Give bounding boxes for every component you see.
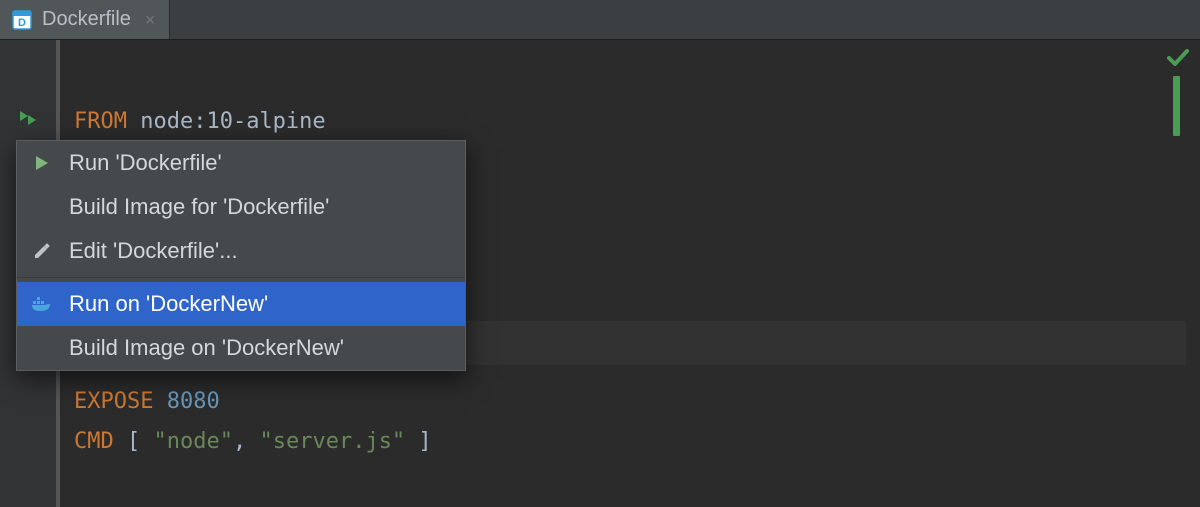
menu-item-build-image[interactable]: Build Image for 'Dockerfile'	[17, 185, 465, 229]
menu-separator	[17, 277, 465, 278]
menu-item-label: Build Image on 'DockerNew'	[69, 335, 344, 361]
run-icon	[29, 155, 55, 171]
keyword-cmd: CMD	[74, 429, 114, 454]
expose-port: 8080	[167, 389, 220, 414]
menu-item-label: Run 'Dockerfile'	[69, 150, 222, 176]
cmd-arg2: "server.js"	[259, 429, 405, 454]
tab-title: Dockerfile	[42, 8, 131, 31]
menu-item-label: Run on 'DockerNew'	[69, 291, 268, 317]
image-ref: node:10-alpine	[140, 109, 325, 134]
keyword-from: FROM	[74, 109, 127, 134]
menu-item-label: Edit 'Dockerfile'...	[69, 238, 238, 264]
run-gutter-icon[interactable]	[20, 110, 40, 135]
svg-text:D: D	[18, 17, 26, 29]
menu-item-run-on-dockernew[interactable]: Run on 'DockerNew'	[17, 282, 465, 326]
close-icon[interactable]: ×	[145, 11, 156, 29]
menu-item-build-image-on-dockernew[interactable]: Build Image on 'DockerNew'	[17, 326, 465, 370]
punc-comma: ,	[233, 429, 260, 454]
inspection-ok-icon[interactable]	[1166, 48, 1190, 74]
menu-item-edit-dockerfile[interactable]: Edit 'Dockerfile'...	[17, 229, 465, 273]
editor-tabbar: D Dockerfile ×	[0, 0, 1200, 40]
pencil-icon	[29, 242, 55, 260]
punc-open: [	[114, 429, 154, 454]
cmd-arg1: "node"	[154, 429, 233, 454]
keyword-expose: EXPOSE	[74, 389, 153, 414]
editor-tab-dockerfile[interactable]: D Dockerfile ×	[0, 0, 170, 39]
run-context-menu: Run 'Dockerfile' Build Image for 'Docker…	[16, 140, 466, 371]
menu-item-label: Build Image for 'Dockerfile'	[69, 194, 329, 220]
menu-item-run-dockerfile[interactable]: Run 'Dockerfile'	[17, 141, 465, 185]
inspection-stripe[interactable]	[1173, 76, 1180, 136]
docker-icon	[29, 295, 55, 313]
dockerfile-icon: D	[12, 10, 32, 30]
punc-close: ]	[405, 429, 432, 454]
